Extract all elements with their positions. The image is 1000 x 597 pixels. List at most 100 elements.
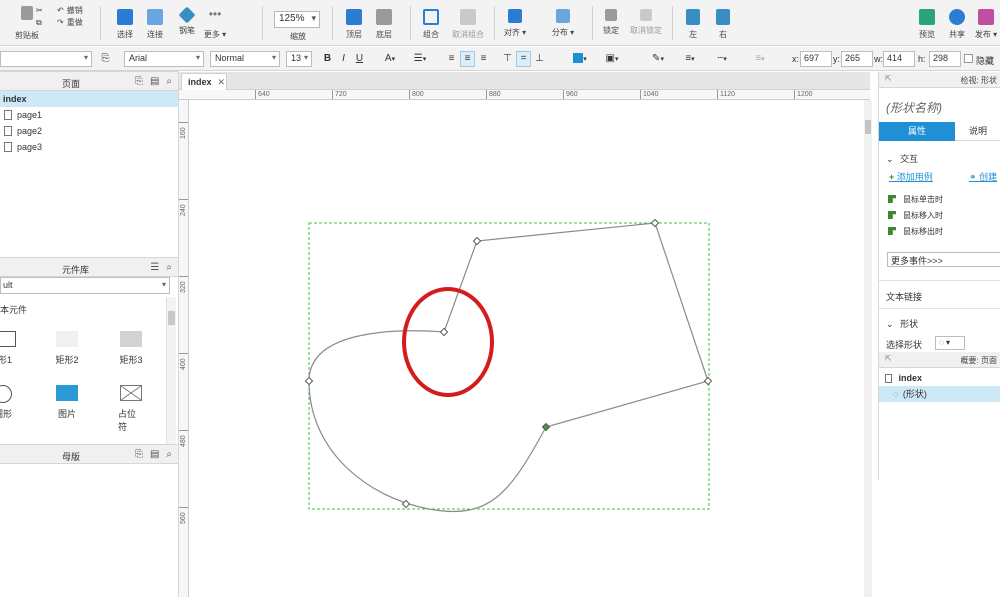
bullet-list-button[interactable]: ☰▾ <box>408 51 432 67</box>
preview-button[interactable]: 预览 <box>912 0 942 40</box>
vertex-handle[interactable] <box>472 236 482 246</box>
redo-button[interactable]: ↷ 重做 <box>57 17 83 28</box>
widget-circle[interactable]: 圆形 <box>0 385 14 420</box>
share-button[interactable]: 共享 <box>942 0 972 40</box>
widget-rect1[interactable]: 形1 <box>0 331 16 366</box>
align-right-button[interactable]: ≡ <box>476 51 491 67</box>
scroll-thumb[interactable] <box>865 120 871 134</box>
line-width-button[interactable]: ≡▾ <box>676 51 704 67</box>
x-input[interactable]: 697 <box>800 51 832 67</box>
vertex-handle[interactable] <box>401 499 411 509</box>
widget-placeholder[interactable]: 占位符 <box>118 385 144 433</box>
menu-icon[interactable]: ☰ <box>150 262 159 273</box>
add-case-link[interactable]: + 添加用例 <box>889 170 933 183</box>
tab-index[interactable]: index ✕ <box>181 73 227 90</box>
hide-checkbox[interactable] <box>964 54 973 63</box>
w-input[interactable]: 414 <box>883 51 915 67</box>
send-back-button[interactable]: 底层 <box>367 0 401 40</box>
page-item-page3[interactable]: page3 <box>0 139 178 155</box>
more-tools-button[interactable]: ••• 更多 ▾ <box>198 0 232 40</box>
tab-properties[interactable]: 属性 <box>879 122 955 141</box>
lock-button[interactable]: 锁定 <box>594 0 628 36</box>
outline-item-page[interactable]: index <box>879 370 1000 386</box>
y-input[interactable]: 265 <box>841 51 873 67</box>
arrow-style-button[interactable]: ≡▾ <box>746 51 774 67</box>
unlock-button[interactable]: 取消锁定 <box>626 0 666 36</box>
page-item-page2[interactable]: page2 <box>0 123 178 139</box>
collapse-icon[interactable]: ⇱ <box>885 74 892 83</box>
collapse-icon[interactable]: ⇱ <box>885 354 892 363</box>
bold-button[interactable]: B <box>320 51 335 67</box>
format-painter-icon[interactable]: ⎘ <box>98 51 113 67</box>
library-select[interactable]: ult <box>0 277 170 294</box>
shape-section-title[interactable]: ⌄ 形状 <box>886 317 918 330</box>
font-weight-select[interactable]: Normal <box>210 51 280 67</box>
valign-bottom-button[interactable]: ⊥ <box>532 51 547 67</box>
design-canvas[interactable] <box>189 100 864 597</box>
font-color-button[interactable]: A▾ <box>376 51 404 67</box>
create-link[interactable]: ⚭ 创建 <box>969 170 997 183</box>
scroll-thumb[interactable] <box>168 311 175 325</box>
publish-button[interactable]: 发布 ▾ <box>972 0 1000 40</box>
group-button[interactable]: 组合 <box>414 0 448 40</box>
shape-name-field[interactable]: (形状名称) <box>886 99 942 116</box>
copy-button[interactable]: ⧉ <box>36 18 42 28</box>
line-color-button[interactable]: ✎▾ <box>644 51 672 67</box>
style-select[interactable] <box>0 51 92 67</box>
h-input[interactable]: 298 <box>929 51 961 67</box>
custom-shape-path[interactable] <box>308 222 709 513</box>
interaction-section-title[interactable]: ⌄ 交互 <box>886 152 918 165</box>
valign-top-button[interactable]: ⊤ <box>500 51 515 67</box>
close-tab-icon[interactable]: ✕ <box>218 77 226 87</box>
align-button[interactable]: 对齐 ▾ <box>498 0 532 38</box>
line-style-button[interactable]: ┄▾ <box>708 51 736 67</box>
search-icon[interactable]: ⌕ <box>166 76 172 87</box>
shape-picker[interactable]: ◌ ▾ <box>935 336 965 350</box>
zoom-select[interactable]: 125% <box>274 11 320 28</box>
right-button[interactable]: 右 <box>706 0 740 40</box>
cut-button[interactable]: ✂ <box>36 6 43 15</box>
valign-middle-button[interactable]: = <box>516 51 531 67</box>
event-onmouseout[interactable]: 鼠标移出时 <box>903 226 943 237</box>
connect-tool-button[interactable]: 连接 <box>138 0 172 40</box>
search-icon[interactable]: ⌕ <box>166 449 172 460</box>
library-scrollbar[interactable] <box>166 297 176 444</box>
add-folder-icon[interactable]: ▤ <box>150 449 159 460</box>
select-tool-button[interactable]: 选择 <box>108 0 142 40</box>
page-item-index[interactable]: index <box>0 91 178 107</box>
underline-button[interactable]: U <box>352 51 367 67</box>
search-icon[interactable]: ⌕ <box>166 262 172 273</box>
vertex-handle[interactable] <box>439 327 449 337</box>
align-left-button[interactable]: ≡ <box>444 51 459 67</box>
canvas-scrollbar[interactable] <box>864 100 872 597</box>
more-events-select[interactable]: 更多事件>>> <box>887 252 1000 267</box>
undo-button[interactable]: ↶ 撤销 <box>57 5 83 16</box>
outline-item-shape[interactable]: ◌ (形状) <box>879 386 1000 402</box>
ungroup-button[interactable]: 取消组合 <box>448 0 488 40</box>
page-item-page1[interactable]: page1 <box>0 107 178 123</box>
add-folder-icon[interactable]: ▤ <box>150 76 159 87</box>
add-page-icon[interactable]: ⎘ <box>135 76 143 87</box>
add-master-icon[interactable]: ⎘ <box>135 449 143 460</box>
widget-rect2[interactable]: 矩形2 <box>54 331 80 366</box>
event-onmouseenter[interactable]: 鼠标移入时 <box>903 210 943 221</box>
distribute-button[interactable]: 分布 ▾ <box>546 0 580 38</box>
widget-rect3[interactable]: 矩形3 <box>118 331 144 366</box>
align-center-button[interactable]: ≡ <box>460 51 475 67</box>
vertex-handle[interactable] <box>703 376 713 386</box>
vertex-handle[interactable] <box>304 376 314 386</box>
font-family-select[interactable]: Arial <box>124 51 204 67</box>
shadow-button[interactable]: ▣▾ <box>598 51 626 67</box>
bring-front-button[interactable]: 顶层 <box>337 0 371 40</box>
selection-box[interactable] <box>308 222 710 510</box>
font-size-select[interactable]: 13 <box>286 51 312 67</box>
vertex-handle[interactable] <box>650 218 660 228</box>
event-onclick[interactable]: 鼠标单击时 <box>903 194 943 205</box>
fill-color-button[interactable]: ▾ <box>566 51 594 67</box>
widget-image[interactable]: 图片 <box>54 385 80 420</box>
tab-notes[interactable]: 说明 <box>955 122 1000 141</box>
vertex-handle[interactable] <box>541 422 551 432</box>
text-link-title[interactable]: 文本链接 <box>886 290 922 303</box>
left-button[interactable]: 左 <box>676 0 710 40</box>
italic-button[interactable]: I <box>336 51 351 67</box>
